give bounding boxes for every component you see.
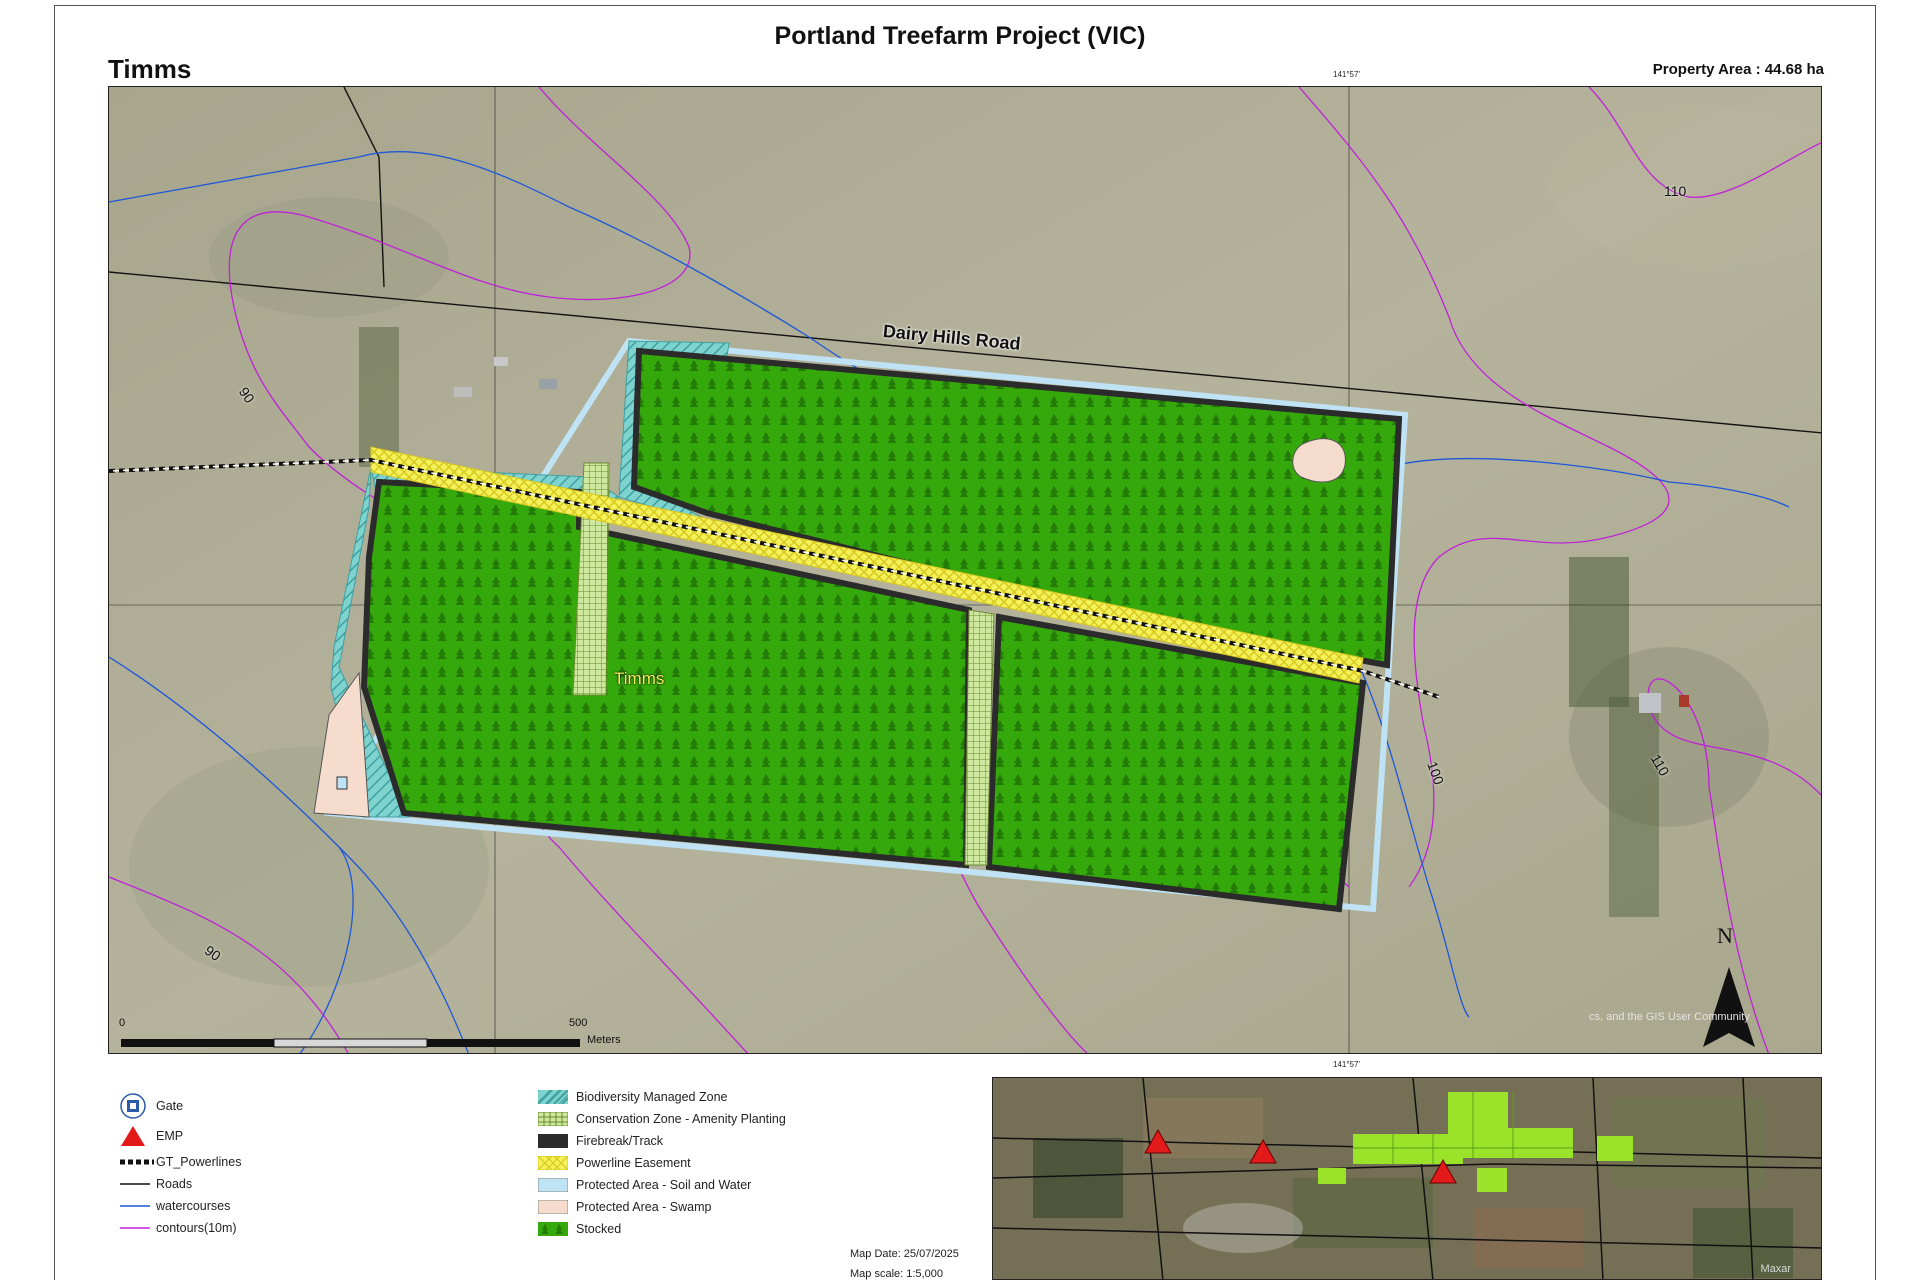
property-map-label: Timms: [614, 669, 665, 688]
scale-start-label: 0: [119, 1017, 126, 1029]
scale-mid-label: 500: [569, 1017, 588, 1029]
dark-swatch: [538, 1134, 568, 1148]
legend-item-firebreak: Firebreak/Track: [538, 1134, 663, 1148]
legend-item-stocked: Stocked: [538, 1222, 621, 1236]
inset-map-canvas: [993, 1078, 1821, 1279]
legend-item-gate: Gate: [120, 1093, 183, 1119]
lightblue-swatch: [538, 1178, 568, 1192]
inset-attribution: Maxar: [1760, 1263, 1791, 1275]
legend-item-biodiversity: Biodiversity Managed Zone: [538, 1090, 727, 1104]
legend-item-powerlines: GT_Powerlines: [120, 1155, 241, 1169]
property-area: Property Area : 44.68 ha: [1652, 61, 1824, 78]
legend-item-emp: EMP: [120, 1124, 183, 1148]
grid-lightgreen-swatch: [538, 1112, 568, 1126]
road-line-icon: [120, 1183, 150, 1185]
hatched-teal-swatch: [538, 1090, 568, 1104]
main-map[interactable]: Dairy Hills Road Timms 110 90 100 110 90…: [108, 86, 1822, 1054]
legend-item-contours: contours(10m): [120, 1221, 237, 1235]
north-label: N: [1717, 923, 1733, 948]
grid-coordinate-bottom: 141°57': [1333, 1060, 1360, 1069]
peach-swatch: [538, 1200, 568, 1214]
green-tree-swatch: [538, 1222, 568, 1236]
powerline-line-icon: [120, 1159, 154, 1165]
map-attribution: cs, and the GIS User Community: [1589, 1011, 1750, 1023]
legend-item-powerline-easement: Powerline Easement: [538, 1156, 691, 1170]
legend-item-swamp: Protected Area - Swamp: [538, 1200, 711, 1214]
map-title: Portland Treefarm Project (VIC): [774, 22, 1146, 50]
watercourse-line-icon: [120, 1205, 150, 1207]
map-scale: Map scale: 1:5,000: [850, 1268, 943, 1280]
legend-item-watercourses: watercourses: [120, 1199, 230, 1213]
legend-item-conservation: Conservation Zone - Amenity Planting: [538, 1112, 786, 1126]
gate-icon: [120, 1093, 146, 1119]
map-date: Map Date: 25/07/2025: [850, 1248, 959, 1260]
property-name: Timms: [108, 54, 192, 84]
inset-map[interactable]: Maxar: [992, 1077, 1822, 1280]
grid-coordinate-top: 141°57': [1333, 70, 1360, 79]
contour-label: 110: [1664, 183, 1687, 199]
legend-item-soil-water: Protected Area - Soil and Water: [538, 1178, 751, 1192]
main-map-canvas: [109, 87, 1821, 1053]
yellow-crosshatch-swatch: [538, 1156, 568, 1170]
red-triangle-icon: [121, 1126, 145, 1146]
contour-line-icon: [120, 1227, 150, 1229]
legend-item-roads: Roads: [120, 1177, 192, 1191]
scale-unit-label: Meters: [587, 1034, 621, 1046]
